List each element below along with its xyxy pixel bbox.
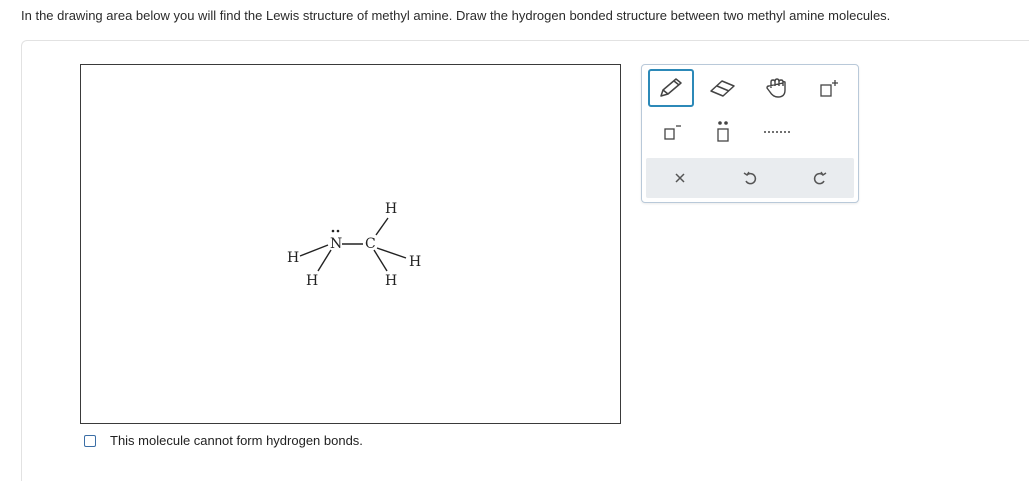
cannot-hbond-checkbox[interactable] (84, 434, 96, 447)
lone-pair-icon (717, 121, 729, 142)
lone-pair-button[interactable] (700, 113, 746, 151)
drawing-area[interactable]: H N C H H H H (80, 64, 621, 424)
undo-icon (743, 171, 757, 185)
clear-button[interactable] (650, 158, 710, 198)
hydrogen-bond-dots-icon (764, 131, 790, 133)
undo-button[interactable] (720, 158, 780, 198)
atom-h-left: H (287, 250, 299, 266)
cannot-hbond-option[interactable]: This molecule cannot form hydrogen bonds… (84, 433, 363, 448)
atom-h-top: H (385, 201, 397, 217)
cation-charge-icon (820, 80, 838, 97)
bond-c-h-top (375, 217, 389, 236)
hand-tool-button[interactable] (754, 69, 800, 107)
hydrogen-bond-button[interactable] (754, 113, 800, 151)
hand-icon (766, 78, 786, 98)
anion-charge-icon (664, 125, 681, 140)
atom-h-bottom-c: H (385, 273, 397, 289)
anion-charge-button[interactable] (648, 113, 694, 151)
atom-n: N (330, 236, 342, 252)
clear-icon (675, 173, 685, 183)
bond-n-h-bottom (317, 249, 332, 272)
atom-h-bottom-n: H (306, 273, 318, 289)
atom-c: C (365, 236, 376, 252)
redo-icon (813, 171, 827, 185)
bond-c-h-right (376, 247, 407, 259)
bond-h-n (299, 244, 329, 257)
question-prompt: In the drawing area below you will find … (21, 8, 891, 23)
pencil-icon (660, 78, 682, 97)
eraser-icon (710, 80, 735, 97)
pencil-tool-button[interactable] (648, 69, 694, 107)
lone-pair-dot (336, 229, 340, 233)
cannot-hbond-label: This molecule cannot form hydrogen bonds… (110, 433, 363, 448)
lone-pair-dot (331, 229, 335, 233)
methylamine-structure: H N C H H H H (287, 201, 421, 289)
drawing-toolbox (641, 64, 859, 203)
eraser-tool-button[interactable] (700, 69, 746, 107)
atom-h-right: H (409, 254, 421, 270)
toolbox-action-bar (646, 158, 854, 198)
redo-button[interactable] (790, 158, 850, 198)
bond-c-h-bottom (373, 249, 388, 272)
cation-charge-button[interactable] (806, 69, 852, 107)
